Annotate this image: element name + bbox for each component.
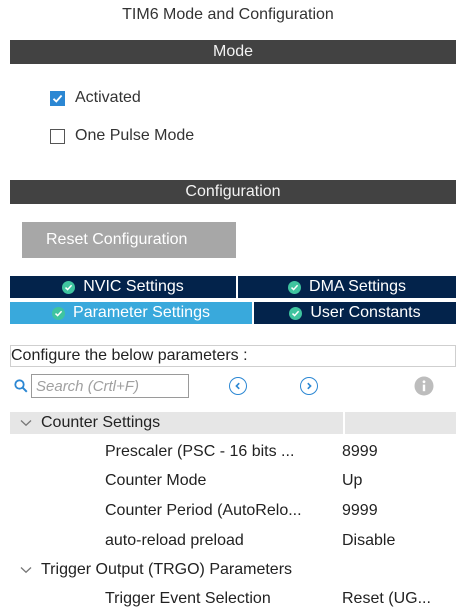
search-bar: [14, 374, 189, 398]
configuration-section-header: Configuration: [10, 180, 456, 204]
param-value[interactable]: Disable: [342, 532, 395, 550]
mode-section-header: Mode: [10, 40, 456, 64]
param-row[interactable]: Prescaler (PSC - 16 bits ... 8999: [105, 441, 378, 463]
activated-checkbox-row[interactable]: Activated: [50, 88, 141, 108]
tab-dma-settings-label: DMA Settings: [309, 278, 406, 295]
param-name: Prescaler (PSC - 16 bits ...: [105, 443, 295, 460]
param-row[interactable]: Counter Period (AutoRelo... 9999: [105, 500, 378, 522]
search-input[interactable]: [31, 374, 189, 398]
activated-label: Activated: [75, 89, 141, 106]
chevron-left-circle-icon[interactable]: [229, 377, 247, 395]
magnifier-icon[interactable]: [14, 379, 28, 393]
check-circle-icon: [289, 306, 303, 320]
tab-user-constants[interactable]: User Constants: [254, 302, 456, 324]
tab-nvic-settings-label: NVIC Settings: [83, 278, 184, 295]
param-row[interactable]: auto-reload preload Disable: [105, 530, 395, 552]
parameters-description: Configure the below parameters :: [10, 345, 456, 367]
param-name: Trigger Event Selection: [105, 590, 271, 607]
window-title: TIM6 Mode and Configuration: [122, 6, 334, 23]
chevron-down-icon[interactable]: [20, 566, 32, 574]
group-counter-settings-label: Counter Settings: [41, 414, 161, 431]
one-pulse-checkbox[interactable]: [50, 128, 65, 144]
chevron-down-icon[interactable]: [20, 419, 32, 427]
param-name: Counter Mode: [105, 472, 207, 489]
group-trigger-output[interactable]: Trigger Output (TRGO) Parameters: [10, 559, 456, 581]
one-pulse-label: One Pulse Mode: [75, 127, 195, 144]
check-circle-icon: [52, 306, 66, 320]
one-pulse-checkbox-row[interactable]: One Pulse Mode: [50, 126, 194, 146]
column-divider: [343, 412, 345, 434]
param-value[interactable]: Reset (UG...: [342, 590, 431, 608]
tab-parameter-settings[interactable]: Parameter Settings: [10, 302, 252, 324]
info-circle-icon[interactable]: [414, 376, 434, 396]
param-name: Counter Period (AutoRelo...: [105, 502, 302, 519]
check-icon: [52, 94, 63, 103]
group-trigger-output-label: Trigger Output (TRGO) Parameters: [41, 561, 293, 578]
param-name: auto-reload preload: [105, 532, 244, 549]
param-value[interactable]: 8999: [342, 443, 378, 461]
reset-configuration-button[interactable]: Reset Configuration: [22, 222, 236, 258]
tab-user-constants-label: User Constants: [310, 304, 421, 321]
activated-checkbox[interactable]: [50, 90, 65, 106]
group-counter-settings[interactable]: Counter Settings: [10, 412, 456, 434]
param-row[interactable]: Trigger Event Selection Reset (UG...: [105, 588, 431, 610]
param-value[interactable]: 9999: [342, 502, 378, 520]
tab-nvic-settings[interactable]: NVIC Settings: [10, 276, 236, 298]
check-circle-icon: [62, 280, 76, 294]
param-value[interactable]: Up: [342, 472, 362, 490]
check-circle-icon: [288, 280, 302, 294]
tab-parameter-settings-label: Parameter Settings: [73, 304, 210, 321]
tab-dma-settings[interactable]: DMA Settings: [238, 276, 456, 298]
chevron-right-circle-icon[interactable]: [300, 377, 318, 395]
param-row[interactable]: Counter Mode Up: [105, 470, 362, 492]
